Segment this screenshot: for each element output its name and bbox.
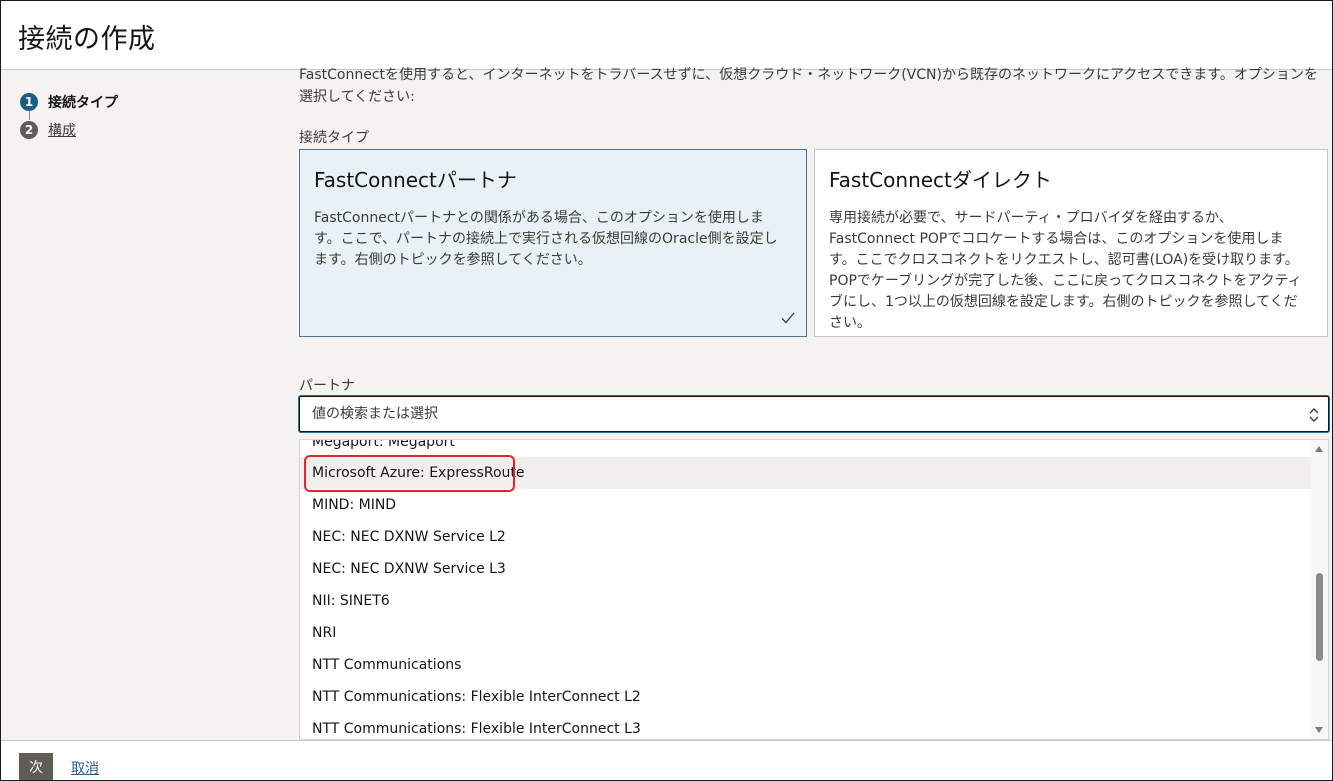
step-label: 構成 — [48, 123, 76, 139]
scroll-up-arrow-icon[interactable] — [1315, 446, 1323, 452]
dialog-title: 接続の作成 — [18, 24, 156, 55]
step-number-badge: 2 — [20, 121, 38, 139]
next-button[interactable]: 次 — [19, 753, 53, 780]
step-configuration[interactable]: 2 構成 — [20, 120, 76, 140]
partner-label: パートナ — [299, 378, 355, 394]
card-title: FastConnectパートナ — [314, 168, 517, 192]
fastconnect-partner-card[interactable]: FastConnectパートナ FastConnectパートナとの関係がある場合… — [299, 149, 807, 337]
step-label: 接続タイプ — [48, 95, 118, 111]
card-description: 専用接続が必要で、サードパーティ・プロバイダを経由するか、FastConnect… — [829, 210, 1302, 331]
list-item[interactable]: NRI — [300, 617, 1312, 649]
step-number-badge: 1 — [20, 93, 38, 111]
list-item[interactable]: NTT Communications — [300, 649, 1312, 681]
list-item[interactable]: MIND: MIND — [300, 489, 1312, 521]
fastconnect-direct-card[interactable]: FastConnectダイレクト 専用接続が必要で、サードパーティ・プロバイダを… — [814, 149, 1328, 337]
list-item[interactable]: NTT Communications: Flexible InterConnec… — [300, 681, 1312, 713]
partner-search-input[interactable] — [310, 405, 1274, 423]
list-item[interactable]: NEC: NEC DXNW Service L2 — [300, 521, 1312, 553]
dialog-header: 接続の作成 — [1, 1, 1332, 70]
create-connection-dialog: 接続の作成 1 接続タイプ 2 構成 FastConnectを使用すると、インタ… — [0, 0, 1333, 781]
cancel-link[interactable]: 取消 — [71, 758, 99, 778]
chevron-up-down-icon[interactable] — [1308, 406, 1320, 424]
list-item[interactable]: NII: SINET6 — [300, 585, 1312, 617]
intro-text: FastConnectを使用すると、インターネットをトラバースせずに、仮想クラウ… — [299, 67, 1318, 105]
list-item[interactable]: NEC: NEC DXNW Service L3 — [300, 553, 1312, 585]
annotation-highlight — [304, 455, 515, 492]
step-connection-type[interactable]: 1 接続タイプ — [20, 92, 118, 112]
scroll-down-arrow-icon[interactable] — [1315, 727, 1323, 733]
step-connector — [29, 110, 30, 120]
partner-select[interactable] — [299, 396, 1329, 432]
dropdown-scrollbar[interactable] — [1311, 440, 1328, 739]
checkmark-icon — [781, 312, 795, 324]
dialog-footer: 次 取消 — [1, 740, 1332, 780]
card-description: FastConnectパートナとの関係がある場合、このオプションを使用します。こ… — [314, 210, 778, 268]
list-item[interactable]: NTT Communications: Flexible InterConnec… — [300, 713, 1312, 739]
scrollbar-thumb[interactable] — [1316, 573, 1323, 661]
card-title: FastConnectダイレクト — [829, 168, 1052, 192]
connection-type-label: 接続タイプ — [299, 130, 369, 146]
